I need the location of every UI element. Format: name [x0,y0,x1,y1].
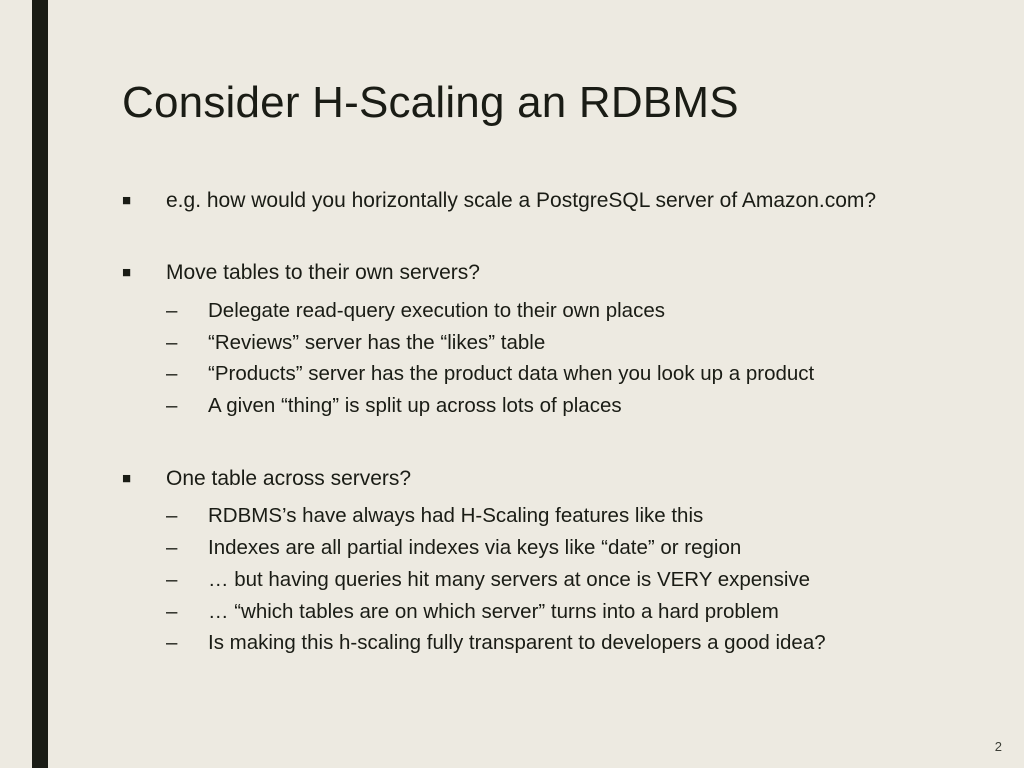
sub-list-item-text: … but having queries hit many servers at… [208,564,810,596]
slide-title: Consider H-Scaling an RDBMS [122,78,964,128]
sub-list-item-text: Delegate read-query execution to their o… [208,295,665,327]
dash-bullet-icon: – [166,295,208,327]
accent-bar [32,0,48,768]
dash-bullet-icon: – [166,500,208,532]
sub-list-item: –Is making this h-scaling fully transpar… [122,627,964,659]
sub-list-item: –Indexes are all partial indexes via key… [122,532,964,564]
sub-list-item: –A given “thing” is split up across lots… [122,390,964,422]
sub-list-item: –“Products” server has the product data … [122,358,964,390]
sub-list-item: –RDBMS’s have always had H-Scaling featu… [122,500,964,532]
list-item: ■ Move tables to their own servers? –Del… [122,258,964,422]
sub-list-item-text: “Products” server has the product data w… [208,358,814,390]
dash-bullet-icon: – [166,596,208,628]
square-bullet-icon: ■ [122,186,166,216]
dash-bullet-icon: – [166,564,208,596]
dash-bullet-icon: – [166,358,208,390]
sub-list-item-text: Is making this h-scaling fully transpare… [208,627,826,659]
dash-bullet-icon: – [166,390,208,422]
sub-list-item-text: Indexes are all partial indexes via keys… [208,532,741,564]
sub-list-item-text: A given “thing” is split up across lots … [208,390,622,422]
square-bullet-icon: ■ [122,464,166,494]
list-item: ■ e.g. how would you horizontally scale … [122,186,964,216]
sub-list-item: –“Reviews” server has the “likes” table [122,327,964,359]
list-item-text: One table across servers? [166,464,411,494]
sub-list-item-text: “Reviews” server has the “likes” table [208,327,545,359]
sub-list-item: –… “which tables are on which server” tu… [122,596,964,628]
square-bullet-icon: ■ [122,258,166,288]
list-item-text: e.g. how would you horizontally scale a … [166,186,876,216]
sub-list-item-text: … “which tables are on which server” tur… [208,596,779,628]
list-item-text: Move tables to their own servers? [166,258,480,288]
sub-list: –Delegate read-query execution to their … [122,295,964,422]
dash-bullet-icon: – [166,627,208,659]
sub-list: –RDBMS’s have always had H-Scaling featu… [122,500,964,659]
dash-bullet-icon: – [166,532,208,564]
sub-list-item: –Delegate read-query execution to their … [122,295,964,327]
bullet-list: ■ e.g. how would you horizontally scale … [122,186,964,659]
page-number: 2 [995,739,1002,754]
dash-bullet-icon: – [166,327,208,359]
sub-list-item: –… but having queries hit many servers a… [122,564,964,596]
list-item: ■ One table across servers? –RDBMS’s hav… [122,464,964,659]
slide-content: Consider H-Scaling an RDBMS ■ e.g. how w… [122,78,964,701]
sub-list-item-text: RDBMS’s have always had H-Scaling featur… [208,500,703,532]
